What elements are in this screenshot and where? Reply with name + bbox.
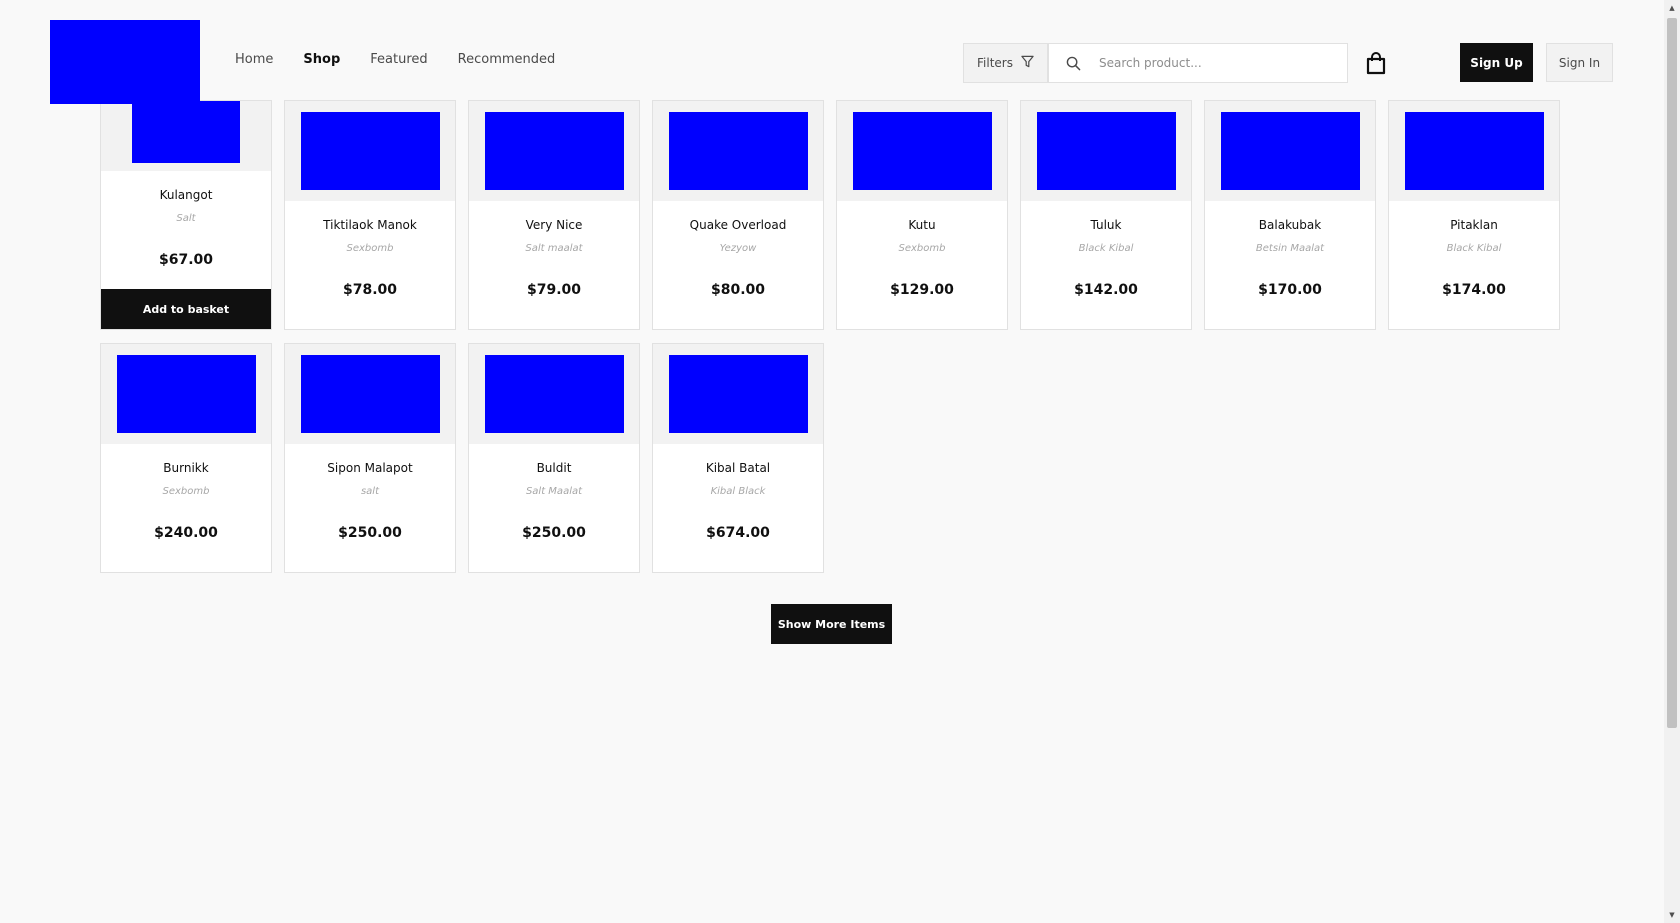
product-card[interactable]: Kutu Sexbomb $129.00 [836,100,1008,330]
product-name: Sipon Malapot [327,461,413,475]
product-brand: Black Kibal [1446,243,1502,254]
add-to-basket-button[interactable]: Add to basket [101,289,271,329]
product-card[interactable]: Sipon Malapot salt $250.00 [284,343,456,573]
product-image [668,112,808,190]
product-name: Tuluk [1090,218,1122,232]
product-grid: Kulangot Salt $67.00 Add to basket Tikti… [100,100,1565,573]
product-brand: Salt Maalat [525,486,583,497]
show-more-button[interactable]: Show More Items [771,604,892,644]
search-box [1048,43,1348,83]
product-price: $79.00 [526,282,582,298]
product-image-area [1021,101,1191,201]
product-brand: Black Kibal [1078,243,1134,254]
product-card[interactable]: Tiktilaok Manok Sexbomb $78.00 [284,100,456,330]
product-image [300,112,440,190]
product-price: $80.00 [710,282,766,298]
logo[interactable] [50,20,200,104]
product-price: $250.00 [338,525,402,541]
product-image [668,355,808,433]
product-price: $174.00 [1442,282,1506,298]
product-brand: Sexbomb [162,486,210,497]
product-image [484,112,624,190]
product-image [1404,112,1544,190]
product-brand: Betsin Maalat [1255,243,1325,254]
product-card[interactable]: Quake Overload Yezyow $80.00 [652,100,824,330]
product-brand: salt [360,486,380,497]
product-card[interactable]: Tuluk Black Kibal $142.00 [1020,100,1192,330]
product-name: Burnikk [163,461,209,475]
product-image [852,112,992,190]
search-input[interactable] [1097,55,1337,71]
product-brand: Salt maalat [525,243,583,254]
product-price: $78.00 [342,282,398,298]
product-brand: Yezyow [719,243,757,254]
product-image-area [1389,101,1559,201]
product-image [1220,112,1360,190]
search-icon [1049,56,1097,71]
nav-featured[interactable]: Featured [370,52,427,67]
product-price: $674.00 [706,525,770,541]
nav-home[interactable]: Home [235,52,273,67]
product-brand: Sexbomb [346,243,394,254]
product-image-area [1205,101,1375,201]
product-price: $129.00 [890,282,954,298]
product-image [300,355,440,433]
filter-icon [1021,55,1034,71]
product-name: Pitaklan [1450,218,1498,232]
nav-recommended[interactable]: Recommended [458,52,556,67]
product-card[interactable]: Pitaklan Black Kibal $174.00 [1388,100,1560,330]
product-name: Buldit [536,461,572,475]
product-image [484,355,624,433]
page-scrollbar[interactable]: ▲ ▼ [1664,0,1680,923]
product-name: Kulangot [159,188,213,202]
main-nav: Home Shop Featured Recommended [235,52,555,67]
filters-label: Filters [977,56,1013,70]
product-brand: Kibal Black [710,486,766,497]
product-card[interactable]: Burnikk Sexbomb $240.00 [100,343,272,573]
scroll-up-icon[interactable]: ▲ [1664,0,1680,16]
shopping-bag-icon[interactable] [1365,51,1387,79]
product-image-area [285,101,455,201]
product-card[interactable]: Very Nice Salt maalat $79.00 [468,100,640,330]
product-brand: Salt [176,213,196,224]
product-price: $170.00 [1258,282,1322,298]
product-price: $240.00 [154,525,218,541]
product-name: Very Nice [525,218,583,232]
nav-shop[interactable]: Shop [303,52,340,67]
product-image-area [469,101,639,201]
scrollbar-thumb[interactable] [1667,18,1677,728]
scroll-down-icon[interactable]: ▼ [1664,907,1680,923]
product-image-area [285,344,455,444]
product-name: Quake Overload [689,218,787,232]
product-name: Kutu [908,218,936,232]
product-card[interactable]: Kibal Batal Kibal Black $674.00 [652,343,824,573]
product-image-area [653,101,823,201]
product-card[interactable]: Buldit Salt Maalat $250.00 [468,343,640,573]
product-image-area [653,344,823,444]
sign-up-button[interactable]: Sign Up [1460,43,1533,82]
product-image-area [101,101,271,171]
product-image [116,355,256,433]
product-image-area [837,101,1007,201]
product-brand: Sexbomb [898,243,946,254]
product-card[interactable]: Balakubak Betsin Maalat $170.00 [1204,100,1376,330]
product-name: Tiktilaok Manok [323,218,417,232]
product-price: $142.00 [1074,282,1138,298]
product-image [1036,112,1176,190]
product-image-area [101,344,271,444]
product-card[interactable]: Kulangot Salt $67.00 Add to basket [100,100,272,330]
product-price: $250.00 [522,525,586,541]
filters-button[interactable]: Filters [963,43,1048,83]
product-name: Balakubak [1258,218,1322,232]
product-price: $67.00 [158,252,214,268]
sign-in-button[interactable]: Sign In [1546,43,1613,82]
product-image [132,101,240,163]
product-name: Kibal Batal [705,461,771,475]
product-image-area [469,344,639,444]
